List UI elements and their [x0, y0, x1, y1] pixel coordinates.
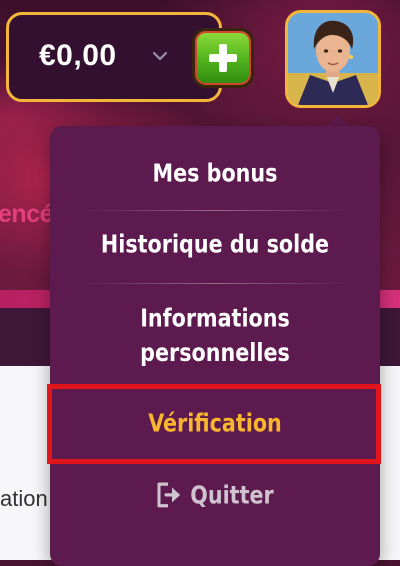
menu-item-label-line2: personnelles — [140, 339, 290, 368]
logout-icon — [157, 482, 181, 508]
balance-selector[interactable]: €0,00 — [6, 12, 222, 102]
menu-item-quitter-label: Quitter — [190, 481, 274, 511]
highlight-box — [47, 384, 381, 464]
menu-item-mes-bonus[interactable]: Mes bonus — [50, 157, 380, 192]
account-menu: Mes bonus Historique du solde Informatio… — [50, 126, 380, 566]
menu-item-informations-personnelles[interactable]: Informations personnelles — [50, 301, 380, 370]
menu-divider — [80, 210, 350, 211]
chevron-down-icon — [152, 51, 168, 61]
menu-item-quitter[interactable]: Quitter — [50, 479, 380, 514]
hero-text-fragment: encé — [0, 200, 53, 228]
balance-amount: €0,00 — [39, 39, 117, 72]
avatar[interactable] — [285, 10, 381, 108]
menu-item-label-line1: Informations — [140, 304, 290, 333]
menu-divider — [80, 283, 350, 284]
menu-item-historique-du-solde[interactable]: Historique du solde — [50, 228, 380, 263]
user-avatar-icon — [288, 13, 378, 105]
content-text-fragment: ation — [0, 486, 48, 511]
plus-icon — [209, 44, 237, 72]
deposit-button[interactable] — [192, 28, 254, 88]
